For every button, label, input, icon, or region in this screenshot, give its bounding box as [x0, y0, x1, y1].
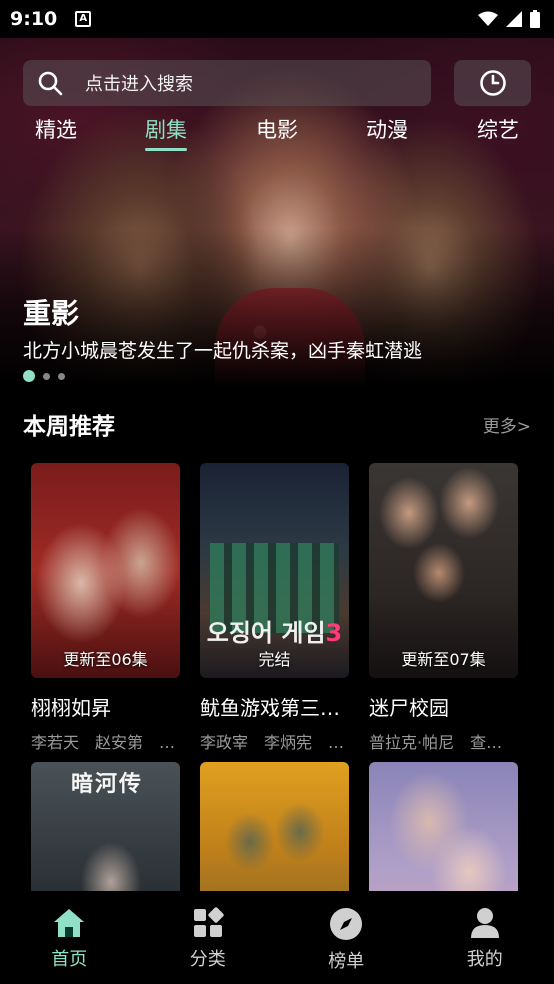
show-card[interactable]: 更新至07集 迷尸校园 普拉克·帕尼 查…: [369, 463, 518, 753]
category-icon: [193, 907, 224, 937]
history-button[interactable]: [454, 60, 531, 106]
poster[interactable]: 更新至06集: [31, 463, 180, 678]
episode-badge: 完结: [258, 650, 291, 669]
category-tabs: 精选 剧集 电影 动漫 综艺: [0, 114, 554, 154]
user-icon: [470, 908, 499, 938]
hero-title: 重影: [23, 297, 80, 330]
search-icon: [38, 71, 63, 96]
search-bar[interactable]: 点击进入搜索: [23, 60, 431, 106]
show-card[interactable]: 오징어 게임3 完结 鱿鱼游戏第三… 李政宰 李炳宪 …: [200, 463, 349, 753]
tab-series[interactable]: 剧集: [131, 114, 201, 151]
show-title: 鱿鱼游戏第三…: [200, 696, 340, 720]
show-title: 迷尸校园: [369, 696, 449, 720]
tab-anime[interactable]: 动漫: [352, 114, 422, 144]
status-time: 9:10: [10, 8, 58, 30]
poster-logo: 오징어 게임3: [206, 619, 343, 647]
section-header: 本周推荐 更多>: [23, 406, 531, 442]
battery-icon: [530, 10, 540, 28]
carousel-dot[interactable]: [43, 372, 50, 380]
carousel-dot[interactable]: [23, 370, 35, 382]
signal-icon: [506, 11, 522, 27]
episode-badge: 更新至06集: [63, 650, 148, 669]
carousel-indicator: [23, 370, 65, 382]
poster[interactable]: 오징어 게임3 完结: [200, 463, 349, 678]
tab-featured[interactable]: 精选: [21, 114, 91, 144]
nav-home[interactable]: 首页: [0, 891, 139, 984]
show-cast: 普拉克·帕尼 查…: [369, 733, 503, 752]
compass-icon: [330, 908, 363, 940]
show-cast: 李若天 赵安第 …: [31, 733, 176, 752]
nav-profile[interactable]: 我的: [416, 891, 554, 984]
more-link[interactable]: 更多>: [483, 412, 531, 437]
nav-category[interactable]: 分类: [139, 891, 278, 984]
poster-title: 暗河传: [71, 772, 144, 797]
section-title: 本周推荐: [23, 414, 115, 440]
tab-variety[interactable]: 综艺: [463, 114, 533, 144]
show-cast: 李政宰 李炳宪 …: [200, 733, 345, 752]
clock-icon: [479, 70, 506, 96]
search-placeholder: 点击进入搜索: [85, 74, 193, 95]
active-tab-indicator: [145, 148, 187, 151]
poster[interactable]: 更新至07集: [369, 463, 518, 678]
nav-ranking[interactable]: 榜单: [277, 891, 416, 984]
show-title: 栩栩如昇: [31, 696, 111, 720]
carousel-dot[interactable]: [58, 372, 65, 380]
tab-movies[interactable]: 电影: [242, 114, 312, 144]
home-icon: [54, 909, 85, 937]
wifi-icon: [478, 11, 498, 26]
status-bar: 9:10 A: [0, 0, 554, 38]
show-card[interactable]: 更新至06集 栩栩如昇 李若天 赵安第 …: [31, 463, 180, 753]
a-icon: A: [75, 11, 92, 27]
hero-subtitle: 北方小城晨苍发生了一起仇杀案，凶手秦虹潜逃: [23, 340, 423, 362]
status-icons: [478, 10, 540, 28]
episode-badge: 更新至07集: [401, 650, 486, 669]
bottom-nav: 首页 分类 榜单 我的: [0, 891, 554, 984]
